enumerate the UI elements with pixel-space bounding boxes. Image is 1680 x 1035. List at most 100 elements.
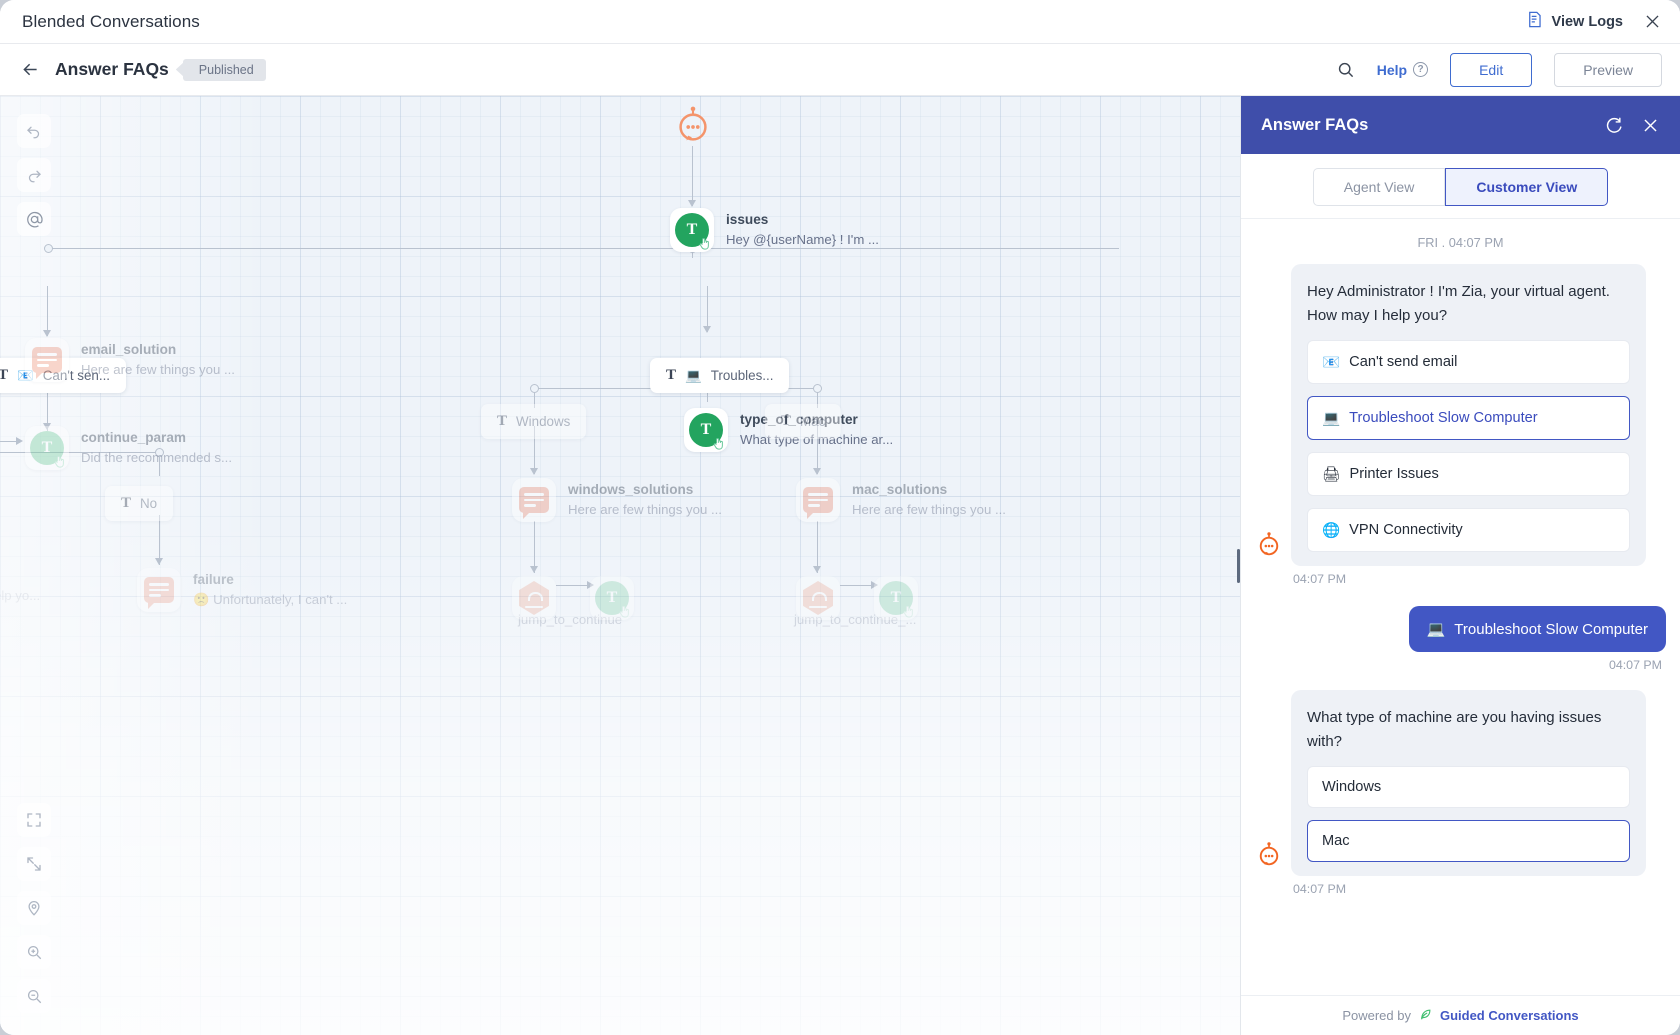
flow-node-jump-to-continue-2[interactable] — [796, 576, 840, 620]
fit-screen-icon[interactable] — [17, 803, 51, 837]
chat-message-bot-1: Hey Administrator ! I'm Zia, your virtua… — [1255, 264, 1666, 566]
chat-bubble-incoming: Hey Administrator ! I'm Zia, your virtua… — [1291, 264, 1646, 566]
globe-icon: 🌐 — [1322, 521, 1340, 539]
chat-option-printer-issues[interactable]: 🖨 Printer Issues — [1307, 452, 1630, 496]
mention-icon[interactable] — [17, 202, 51, 236]
node-icon-message — [137, 568, 181, 612]
chat-option-vpn-connectivity[interactable]: 🌐 VPN Connectivity — [1307, 508, 1630, 552]
zoom-in-icon[interactable] — [17, 935, 51, 969]
node-icon-message — [25, 338, 69, 382]
refresh-icon[interactable] — [1604, 116, 1623, 135]
document-logs-icon — [1525, 10, 1544, 34]
tab-customer-view[interactable]: Customer View — [1445, 168, 1608, 206]
hand-cursor-icon — [617, 604, 632, 619]
chat-option-cant-send-email[interactable]: 📧 Can't send email — [1307, 340, 1630, 384]
flow-node-mac-solutions[interactable]: mac_solutions Here are few things you ..… — [796, 478, 1006, 522]
chat-timestamp: 04:07 PM — [1293, 882, 1666, 896]
chat-bubble-incoming: What type of machine are you having issu… — [1291, 690, 1646, 876]
flow-node-email-solution[interactable]: email_solution Here are few things you .… — [25, 338, 235, 382]
locate-icon[interactable] — [17, 891, 51, 925]
chat-option-windows[interactable]: Windows — [1307, 766, 1630, 808]
chat-option-mac[interactable]: Mac — [1307, 820, 1630, 862]
tab-agent-view[interactable]: Agent View — [1313, 168, 1446, 206]
preview-chat-panel: Answer FAQs Agent View Customer View — [1240, 96, 1680, 1035]
edge-arrow — [688, 200, 696, 207]
powered-by-label: Powered by — [1342, 1008, 1411, 1023]
chip-label: Mac — [800, 414, 825, 429]
chat-timestamp: 04:07 PM — [1255, 658, 1662, 672]
node-title: windows_solutions — [568, 480, 722, 500]
close-icon[interactable] — [1641, 116, 1660, 135]
chat-option-label: Windows — [1322, 779, 1381, 795]
edge-dot — [44, 244, 53, 253]
flow-chip-mac[interactable]: T Mac — [765, 404, 841, 439]
undo-icon[interactable] — [17, 114, 51, 148]
message-node-glyph — [803, 487, 833, 513]
expand-icon[interactable] — [17, 847, 51, 881]
flow-chip-windows[interactable]: T Windows — [481, 404, 586, 439]
redo-icon[interactable] — [17, 158, 51, 192]
node-subtitle: Here are few things you ... — [852, 500, 1006, 520]
chat-panel-title: Answer FAQs — [1261, 116, 1368, 135]
chat-option-label: Mac — [1322, 833, 1350, 849]
view-logs-label: View Logs — [1552, 14, 1623, 30]
flow-node-jump-to-continue[interactable] — [512, 576, 556, 620]
edge-start-issues — [692, 146, 693, 206]
chat-bubble-text: What type of machine are you having issu… — [1307, 706, 1630, 754]
flow-chip-no[interactable]: T No — [105, 486, 173, 521]
chat-panel-footer: Powered by Guided Conversations — [1241, 995, 1680, 1035]
flow-canvas[interactable]: T issues Hey @{userName} ! I'm ... T 💻 T… — [0, 96, 1240, 1035]
chat-option-label: Printer Issues — [1350, 466, 1439, 482]
chat-view-tabs: Agent View Customer View — [1241, 154, 1680, 218]
chat-message-user-1: 💻 Troubleshoot Slow Computer — [1255, 606, 1666, 652]
hand-cursor-icon — [901, 604, 916, 619]
email-icon: 📧 — [1322, 353, 1340, 371]
top-bar: Blended Conversations View Logs — [0, 0, 1680, 44]
node-icon-text: T — [874, 576, 918, 620]
edit-button[interactable]: Edit — [1450, 53, 1532, 87]
chat-option-troubleshoot-slow-computer[interactable]: 💻 Troubleshoot Slow Computer — [1307, 396, 1630, 440]
chat-bubble-text: Hey Administrator ! I'm Zia, your virtua… — [1307, 280, 1630, 328]
text-type-icon: T — [666, 367, 676, 384]
flow-node-issues[interactable]: T issues Hey @{userName} ! I'm ... — [670, 208, 879, 252]
bot-avatar-icon — [1255, 842, 1283, 870]
text-type-icon: T — [121, 495, 131, 512]
edge-arrow — [530, 468, 538, 475]
close-icon[interactable] — [1643, 12, 1662, 31]
node-icon-text: T — [684, 408, 728, 452]
chat-day-separator: FRI . 04:07 PM — [1255, 235, 1666, 250]
edge-dot — [813, 384, 822, 393]
flow-node-jump-target-2[interactable]: T — [874, 576, 918, 620]
message-node-glyph — [519, 487, 549, 513]
node-subtitle: Hey @{userName} ! I'm ... — [726, 230, 879, 250]
help-link[interactable]: Help ? — [1377, 62, 1428, 78]
flow-node-windows-solutions[interactable]: windows_solutions Here are few things yo… — [512, 478, 722, 522]
flow-node-jump-target[interactable]: T — [590, 576, 634, 620]
back-arrow-icon[interactable] — [20, 59, 41, 80]
node-title: mac_solutions — [852, 480, 1006, 500]
chat-bubble-text: Troubleshoot Slow Computer — [1454, 621, 1648, 638]
flow-node-failure[interactable]: failure 🙁 Unfortunately, I can't ... — [137, 568, 347, 612]
edge-cantsend-email — [47, 286, 48, 336]
help-label: Help — [1377, 62, 1407, 78]
chat-message-list[interactable]: FRI . 04:07 PM — [1241, 218, 1680, 995]
chat-message-bot-2: What type of machine are you having issu… — [1255, 690, 1666, 876]
node-icon-text: T — [670, 208, 714, 252]
node-title: issues — [726, 210, 879, 230]
flow-node-continue-param[interactable]: T continue_param Did the recommended s..… — [25, 426, 232, 470]
node-title: continue_param — [81, 428, 232, 448]
search-icon[interactable] — [1336, 60, 1355, 79]
workspace: T issues Hey @{userName} ! I'm ... T 💻 T… — [0, 96, 1680, 1035]
zoom-out-icon[interactable] — [17, 979, 51, 1013]
flow-chip-troubleshoot[interactable]: T 💻 Troubles... — [650, 358, 789, 393]
flow-start-node[interactable] — [672, 106, 714, 153]
product-title: Blended Conversations — [22, 12, 200, 32]
canvas-fade-overlay-left — [0, 96, 1240, 1035]
text-type-icon: T — [781, 413, 791, 430]
flow-node-partial-label: elp yo... — [0, 586, 40, 606]
printer-icon: 🖨 — [1322, 465, 1341, 483]
question-mark-icon: ? — [1413, 62, 1428, 77]
preview-button[interactable]: Preview — [1554, 53, 1662, 87]
guided-conversations-link[interactable]: Guided Conversations — [1440, 1008, 1579, 1023]
view-logs-button[interactable]: View Logs — [1525, 10, 1623, 34]
